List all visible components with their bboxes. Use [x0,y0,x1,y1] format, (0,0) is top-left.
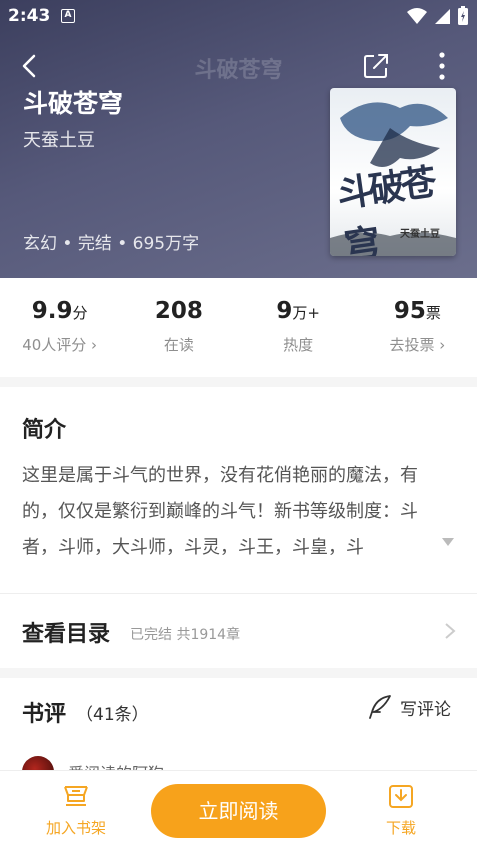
download-label: 下载 [385,819,416,837]
catalog-row[interactable]: 查看目录 已完结 共1914章 [0,596,477,666]
book-cover[interactable]: 斗破苍穹 天蚕土豆 [330,88,456,256]
reviewer-name: 爱阅读的阿狗 [68,760,164,770]
download-icon [389,785,413,808]
book-author[interactable]: 天蚕土豆 [23,126,95,152]
review-item[interactable]: 爱阅读的阿狗 [22,756,462,770]
cover-title: 斗破苍穹 [334,161,436,256]
expand-triangle-icon[interactable] [441,537,455,547]
stat-popularity-value: 9 [276,298,293,324]
review-title: 书评 [22,702,67,727]
cover-author: 天蚕土豆 [400,229,440,240]
stat-votes-unit: 票 [425,304,441,322]
stat-readers-value: 208 [154,298,203,324]
book-stats: 9.9分 40人评分 › 208 在读 9万+ 热度 95票 去投票 › [0,288,477,368]
notification-icon: A [61,9,75,23]
book-title: 斗破苍穹 [23,89,124,118]
intro-title: 简介 [22,418,67,443]
top-nav: 斗破苍穹 [0,44,477,88]
catalog-title: 查看目录 [22,622,111,647]
share-icon[interactable] [360,50,392,82]
signal-icon [435,9,450,24]
stat-votes-label: 去投票 › [389,336,446,354]
stat-popularity: 9万+ 热度 [239,288,358,368]
review-header: 书评 （41条） 写评论 [0,680,477,736]
battery-icon [458,6,468,25]
download-button[interactable]: 下载 [372,783,430,838]
stat-rating-value: 9.9 [31,298,73,324]
stat-votes[interactable]: 95票 去投票 › [358,288,477,368]
stat-votes-value: 95 [393,298,426,324]
stat-rating-unit: 分 [72,304,88,322]
status-time: 2:43 [8,6,51,26]
wifi-icon [407,8,427,24]
write-review-button[interactable]: 写评论 [366,694,451,720]
nav-title: 斗破苍穹 [194,58,283,83]
status-bar: 2:43 A [0,0,477,34]
book-meta: 玄幻 • 完结 • 695万字 [23,234,200,254]
quill-pen-icon [369,695,391,719]
bottom-bar: 加入书架 立即阅读 下载 [0,770,477,849]
divider-line [0,593,477,594]
more-options-icon[interactable] [428,50,456,82]
add-to-shelf-button[interactable]: 加入书架 [40,783,112,838]
stat-popularity-unit: 万+ [292,304,320,322]
stat-popularity-label: 热度 [283,336,314,354]
section-divider [0,377,477,387]
catalog-subtitle: 已完结 共1914章 [130,627,241,643]
stat-rating-label: 40人评分 › [22,336,98,354]
write-review-label: 写评论 [400,699,451,720]
stat-readers-label: 在读 [163,336,194,354]
stat-rating[interactable]: 9.9分 40人评分 › [0,288,119,368]
section-divider [0,668,477,678]
intro-text[interactable]: 这里是属于斗气的世界，没有花俏艳丽的魔法，有的，仅仅是繁衍到巅峰的斗气！新书等级… [22,458,446,566]
chevron-right-icon [445,623,456,639]
review-count: （41条） [76,705,149,725]
avatar [22,756,54,770]
add-to-shelf-label: 加入书架 [45,819,106,837]
stat-readers: 208 在读 [119,288,238,368]
book-header: 2:43 A 斗破苍穹 斗破苍穹 天蚕土豆 玄幻 • 完结 • 695万字 斗破… [0,0,477,278]
bookshelf-icon [64,786,88,806]
read-now-button[interactable]: 立即阅读 [151,784,326,838]
